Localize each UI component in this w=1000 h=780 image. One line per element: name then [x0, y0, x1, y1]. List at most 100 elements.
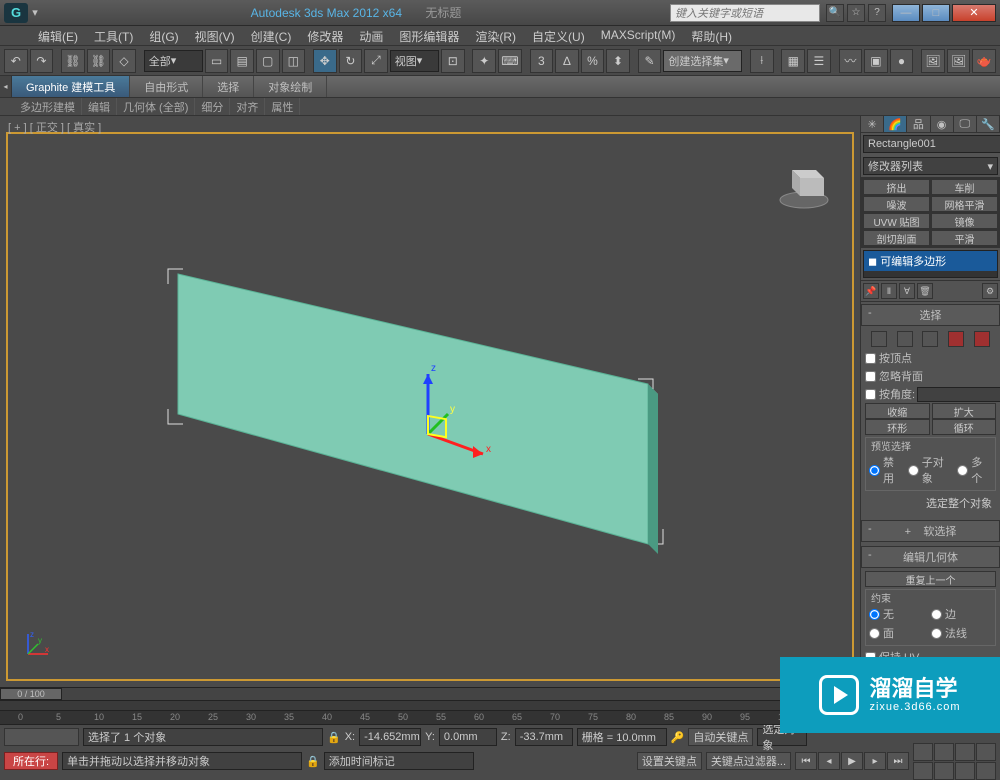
viewport-label[interactable]: [ + ] [ 正交 ] [ 真实 ] — [8, 119, 101, 135]
link-button[interactable]: ⛓ — [61, 49, 85, 73]
border-so-icon[interactable] — [922, 331, 938, 347]
menu-group[interactable]: 组(G) — [141, 26, 186, 45]
orbit-button[interactable] — [913, 762, 933, 780]
menu-views[interactable]: 视图(V) — [187, 26, 243, 45]
ribbon-tab-graphite[interactable]: Graphite 建模工具 — [12, 76, 130, 97]
mod-extrude-button[interactable]: 挤出 — [863, 179, 930, 195]
constraint-none-radio[interactable]: 无 — [869, 605, 930, 623]
edge-so-icon[interactable] — [897, 331, 913, 347]
goto-start-button[interactable]: ⏮ — [795, 752, 817, 770]
constraint-face-radio[interactable]: 面 — [869, 624, 930, 642]
modifier-list-dropdown[interactable]: 修改器列表▾ — [863, 157, 998, 175]
render-button[interactable]: 🫖 — [972, 49, 996, 73]
window-crossing-button[interactable]: ◫ — [282, 49, 306, 73]
ribbon-tab-selection[interactable]: 选择 — [203, 76, 254, 97]
configure-sets-icon[interactable]: ⚙ — [982, 283, 998, 299]
z-coord-input[interactable]: -33.7mm — [515, 728, 573, 746]
editgeom-rollout-header[interactable]: 编辑几何体 — [861, 546, 1000, 568]
polygon-so-icon[interactable] — [948, 331, 964, 347]
softsel-rollout-header[interactable]: + 软选择 — [861, 520, 1000, 542]
align-button[interactable]: ▦ — [781, 49, 805, 73]
motion-tab[interactable]: ◉ — [931, 116, 954, 132]
menu-customize[interactable]: 自定义(U) — [524, 26, 593, 45]
ribbon-panel-polymodel[interactable]: 多边形建模 — [14, 98, 82, 115]
help-icon[interactable]: ? — [868, 4, 886, 22]
time-slider[interactable]: 0 / 100 — [0, 688, 62, 700]
search-icon[interactable]: 🔍 — [826, 4, 844, 22]
by-angle-check[interactable]: 按角度: — [865, 385, 915, 403]
ribbon-panel-align[interactable]: 对齐 — [230, 98, 265, 115]
prev-frame-button[interactable]: ◂ — [818, 752, 840, 770]
angle-snap-button[interactable]: ∆ — [555, 49, 579, 73]
viewcube[interactable] — [776, 154, 832, 210]
object-name-input[interactable] — [863, 135, 1000, 153]
create-tab[interactable]: ✳ — [861, 116, 884, 132]
selection-rollout-header[interactable]: 选择 — [861, 304, 1000, 326]
by-vertex-check[interactable]: 按顶点 — [865, 349, 996, 367]
ribbon-panel-edit[interactable]: 编辑 — [82, 98, 117, 115]
mod-noise-button[interactable]: 噪波 — [863, 196, 930, 212]
render-setup-button[interactable]: 🖼 — [921, 49, 945, 73]
select-button[interactable]: ▭ — [205, 49, 229, 73]
minimize-button[interactable]: — — [892, 4, 920, 22]
menu-rendering[interactable]: 渲染(R) — [467, 26, 524, 45]
app-logo-icon[interactable]: G — [4, 3, 28, 23]
mod-meshsmooth-button[interactable]: 网格平滑 — [931, 196, 998, 212]
ribbon-panel-properties[interactable]: 属性 — [265, 98, 300, 115]
modify-tab[interactable]: 🌈 — [884, 116, 907, 132]
autokey-button[interactable]: 自动关键点 — [688, 728, 753, 746]
angle-spinner[interactable] — [917, 387, 1000, 402]
mod-smooth-button[interactable]: 平滑 — [931, 230, 998, 246]
maximize-button[interactable]: □ — [922, 4, 950, 22]
named-sel-edit-button[interactable]: ✎ — [638, 49, 662, 73]
fov-button[interactable] — [976, 743, 996, 761]
pivot-button[interactable]: ⊡ — [441, 49, 465, 73]
ignore-back-check[interactable]: 忽略背面 — [865, 367, 996, 385]
hierarchy-tab[interactable]: 品 — [907, 116, 930, 132]
goto-end-button[interactable]: ⏭ — [887, 752, 909, 770]
isolate-icon[interactable]: 🔒 — [306, 755, 320, 768]
remove-mod-icon[interactable]: 🗑 — [917, 283, 933, 299]
x-coord-input[interactable]: -14.652mm — [359, 728, 421, 746]
menu-modifiers[interactable]: 修改器 — [299, 26, 351, 45]
help-search-input[interactable]: 键入关键字或短语 — [670, 4, 820, 22]
pan-button[interactable] — [934, 762, 954, 780]
mod-mirror-button[interactable]: 镜像 — [931, 213, 998, 229]
element-so-icon[interactable] — [974, 331, 990, 347]
constraint-normal-radio[interactable]: 法线 — [931, 624, 992, 642]
undo-button[interactable]: ↶ — [4, 49, 28, 73]
max-viewport-button[interactable] — [976, 762, 996, 780]
keyfilter-button[interactable]: 关键点过滤器... — [706, 752, 791, 770]
snap-button[interactable]: 3 — [530, 49, 554, 73]
scale-button[interactable]: ⤢ — [364, 49, 388, 73]
mirror-button[interactable]: ⟊ — [750, 49, 774, 73]
repeat-last-button[interactable]: 重复上一个 — [865, 571, 996, 587]
manipulate-button[interactable]: ✦ — [472, 49, 496, 73]
show-end-icon[interactable]: Ⅱ — [881, 283, 897, 299]
layers-button[interactable]: ☰ — [807, 49, 831, 73]
bind-button[interactable]: ◇ — [112, 49, 136, 73]
pin-stack-icon[interactable]: 📌 — [863, 283, 879, 299]
preview-off-radio[interactable]: 禁用 — [869, 453, 904, 487]
material-editor-button[interactable]: ● — [890, 49, 914, 73]
setkey-button[interactable]: 设置关键点 — [637, 752, 702, 770]
menu-grapheditors[interactable]: 图形编辑器 — [391, 26, 467, 45]
utilities-tab[interactable]: 🔧 — [977, 116, 1000, 132]
mini-listener[interactable] — [4, 728, 79, 746]
dropdown-icon[interactable]: ▾ — [28, 6, 42, 19]
menu-edit[interactable]: 编辑(E) — [30, 26, 86, 45]
stack-item-editpoly[interactable]: ◼ 可编辑多边形 — [864, 251, 997, 271]
ring-button[interactable]: 环形 — [865, 419, 930, 435]
ribbon-panel-geometry[interactable]: 几何体 (全部) — [117, 98, 195, 115]
menu-tools[interactable]: 工具(T) — [86, 26, 141, 45]
curve-editor-button[interactable]: 〰 — [839, 49, 863, 73]
ref-coord-dropdown[interactable]: 视图 ▾ — [390, 50, 439, 72]
vertex-so-icon[interactable] — [871, 331, 887, 347]
render-frame-button[interactable]: 🖼 — [947, 49, 971, 73]
preview-subobj-radio[interactable]: 子对象 — [908, 453, 953, 487]
percent-snap-button[interactable]: % — [581, 49, 605, 73]
geometry-object[interactable]: z x y — [158, 264, 668, 564]
ribbon-tab-objectpaint[interactable]: 对象绘制 — [254, 76, 327, 97]
shrink-button[interactable]: 收缩 — [865, 403, 930, 419]
named-selection-dropdown[interactable]: 创建选择集 ▾ — [663, 50, 742, 72]
